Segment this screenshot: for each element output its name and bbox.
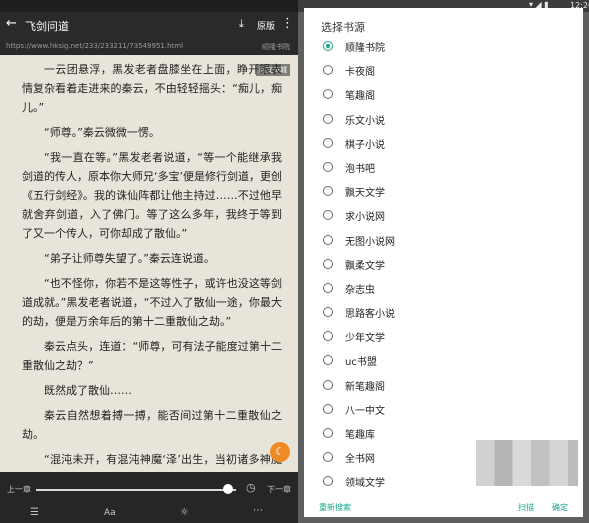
source-option-label: 新笔趣阁 <box>345 381 385 393</box>
radio-button[interactable] <box>323 89 333 100</box>
source-option[interactable]: 乐文小说 <box>304 108 583 132</box>
source-option-label: 杂志虫 <box>345 284 375 296</box>
source-option[interactable]: 飘柔文学 <box>304 253 583 277</box>
source-option-label: 求小说网 <box>345 212 385 224</box>
radio-button[interactable] <box>323 428 333 438</box>
source-option[interactable]: 飘天文学 <box>304 180 583 204</box>
source-button[interactable]: 原版 <box>257 19 275 32</box>
source-option-label: 思路客小说 <box>345 309 395 321</box>
source-option-label: 泡书吧 <box>345 163 375 175</box>
arrow-left-icon[interactable]: ← <box>6 16 17 31</box>
reader-panel: ← 飞剑问道 ⤓ 原版 ⋮ https://www.hksig.net/233/… <box>0 0 298 523</box>
source-list: 顺隆书院卡夜阁笔趣阁乐文小说棋子小说泡书吧飘天文学求小说网无图小说网飘柔文学杂志… <box>304 35 583 495</box>
font-size-button[interactable]: Aa <box>104 508 116 518</box>
book-title: 飞剑问道 <box>25 20 69 33</box>
source-option[interactable]: 无图小说网 <box>304 229 583 253</box>
prev-chapter-button[interactable]: 上一章 <box>7 484 31 495</box>
radio-button[interactable] <box>323 379 333 390</box>
radio-button[interactable] <box>323 258 333 269</box>
menu-icon[interactable]: ☰ <box>30 507 39 518</box>
chapter-url: https://www.hksig.net/233/233211/7354995… <box>6 42 184 50</box>
source-option-label: 领域文学 <box>345 478 385 490</box>
status-bar-left <box>0 0 298 12</box>
paragraph: “也不怪你，你若不是这等性子，或许也没这等剑道成就。”黑发老者说道，“不过入了散… <box>22 277 282 328</box>
source-option[interactable]: 棋子小说 <box>304 132 583 156</box>
download-icon[interactable]: ⤓ <box>239 17 244 31</box>
source-option[interactable]: uc书盟 <box>304 349 583 373</box>
paragraph: “我一直在等。”黑发老者说道，“等一个能继承我剑道的传人，原本你大师兄‘多宝’便… <box>22 151 282 240</box>
radio-button[interactable] <box>323 282 333 293</box>
radio-button[interactable] <box>323 186 333 197</box>
radio-button[interactable] <box>323 331 333 342</box>
source-option-label: 卡夜阁 <box>345 67 375 79</box>
radio-button[interactable] <box>323 113 333 124</box>
paragraph: “师尊。”秦云微微一愣。 <box>44 126 160 139</box>
paragraph: 秦云点头，连道：“师尊，可有法子能度过第十二重散仙之劫？” <box>22 340 282 372</box>
url-bar: https://www.hksig.net/233/233211/7354995… <box>0 38 298 55</box>
source-option[interactable]: 八一中文 <box>304 398 583 422</box>
paragraph: 一云团悬浮，黑发老者盘膝坐在上面，睁开眼表情复杂看着走进来的秦云，不由轻轻摇头：… <box>22 63 282 114</box>
source-option[interactable]: 泡书吧 <box>304 156 583 180</box>
source-option[interactable]: 求小说网 <box>304 204 583 228</box>
source-option-label: 棋子小说 <box>345 139 385 151</box>
source-option[interactable]: 少年文学 <box>304 325 583 349</box>
paragraph: 既然成了散仙…… <box>44 384 132 397</box>
radio-button[interactable] <box>323 476 333 487</box>
paragraph: “弟子让师尊失望了。”秦云连说道。 <box>44 252 215 265</box>
scan-button[interactable]: 扫描 <box>518 502 534 513</box>
reader-toolbar: ← 飞剑问道 ⤓ 原版 ⋮ <box>0 12 298 38</box>
more-vertical-icon[interactable]: ⋮ <box>281 16 294 31</box>
radio-button[interactable] <box>323 452 333 463</box>
confirm-button[interactable]: 确定 <box>552 502 568 513</box>
radio-button[interactable] <box>323 161 333 172</box>
pixelated-overlay <box>476 440 578 486</box>
current-source-label: 顺隆书院 <box>262 43 290 51</box>
chapter-content: 一云团悬浮，黑发老者盘膝坐在上面，睁开眼表情复杂看着走进来的秦云，不由轻轻摇头：… <box>22 60 282 494</box>
re-search-button[interactable]: 重新搜索 <box>319 502 351 513</box>
source-option-label: 无图小说网 <box>345 236 395 248</box>
radio-button[interactable] <box>323 41 333 51</box>
progress-slider-thumb[interactable] <box>223 484 233 494</box>
next-chapter-button[interactable]: 下一章 <box>267 484 291 495</box>
reader-bottom-bar: 上一章 ◷ 下一章 ☰ Aa ☼ ⋯ <box>0 472 298 523</box>
radio-button[interactable] <box>323 65 333 76</box>
source-option-label: 笔趣库 <box>345 430 375 441</box>
dialog-actions: 重新搜索 扫描 确定 <box>304 502 583 517</box>
paragraph: 秦云自然想着搏一搏，能否间过第十二重散仙之劫。 <box>22 409 282 441</box>
source-option[interactable]: 思路客小说 <box>304 301 583 325</box>
source-option[interactable]: 顺隆书院 <box>304 35 583 59</box>
radio-button[interactable] <box>323 307 333 318</box>
source-option-label: 少年文学 <box>345 333 385 345</box>
source-option[interactable]: 杂志虫 <box>304 277 583 301</box>
radio-button[interactable] <box>323 355 333 366</box>
source-option-label: 全书网 <box>345 454 375 466</box>
source-option-label: 八一中文 <box>345 405 385 417</box>
radio-button[interactable] <box>323 137 333 148</box>
source-picker-dialog: 选择书源 顺隆书院卡夜阁笔趣阁乐文小说棋子小说泡书吧飘天文学求小说网无图小说网飘… <box>304 8 583 517</box>
source-option-label: 顺隆书院 <box>345 43 385 54</box>
source-option[interactable]: 卡夜阁 <box>304 59 583 83</box>
source-option[interactable]: 新笔趣阁 <box>304 374 583 398</box>
dialog-title: 选择书源 <box>321 21 365 34</box>
more-horizontal-icon[interactable]: ⋯ <box>253 505 263 516</box>
radio-button[interactable] <box>323 234 333 245</box>
progress-slider[interactable] <box>36 489 236 491</box>
radio-button[interactable] <box>323 403 333 414</box>
moon-icon[interactable]: ☾ <box>270 442 290 462</box>
source-option-label: uc书盟 <box>345 357 377 369</box>
source-option-label: 笔趣阁 <box>345 91 375 103</box>
radio-button[interactable] <box>323 210 333 221</box>
source-option-label: 飘柔文学 <box>345 260 385 272</box>
dialog-scrim: ▾ ◢ ▮ 12:20 选择书源 顺隆书院卡夜阁笔趣阁乐文小说棋子小说泡书吧飘天… <box>298 0 589 523</box>
source-option-label: 乐文小说 <box>345 115 385 127</box>
screen: ← 飞剑问道 ⤓ 原版 ⋮ https://www.hksig.net/233/… <box>0 0 589 523</box>
brightness-icon[interactable]: ☼ <box>180 507 189 518</box>
source-option-label: 飘天文学 <box>345 188 385 200</box>
timer-icon[interactable]: ◷ <box>246 481 256 494</box>
source-option[interactable]: 笔趣阁 <box>304 83 583 107</box>
